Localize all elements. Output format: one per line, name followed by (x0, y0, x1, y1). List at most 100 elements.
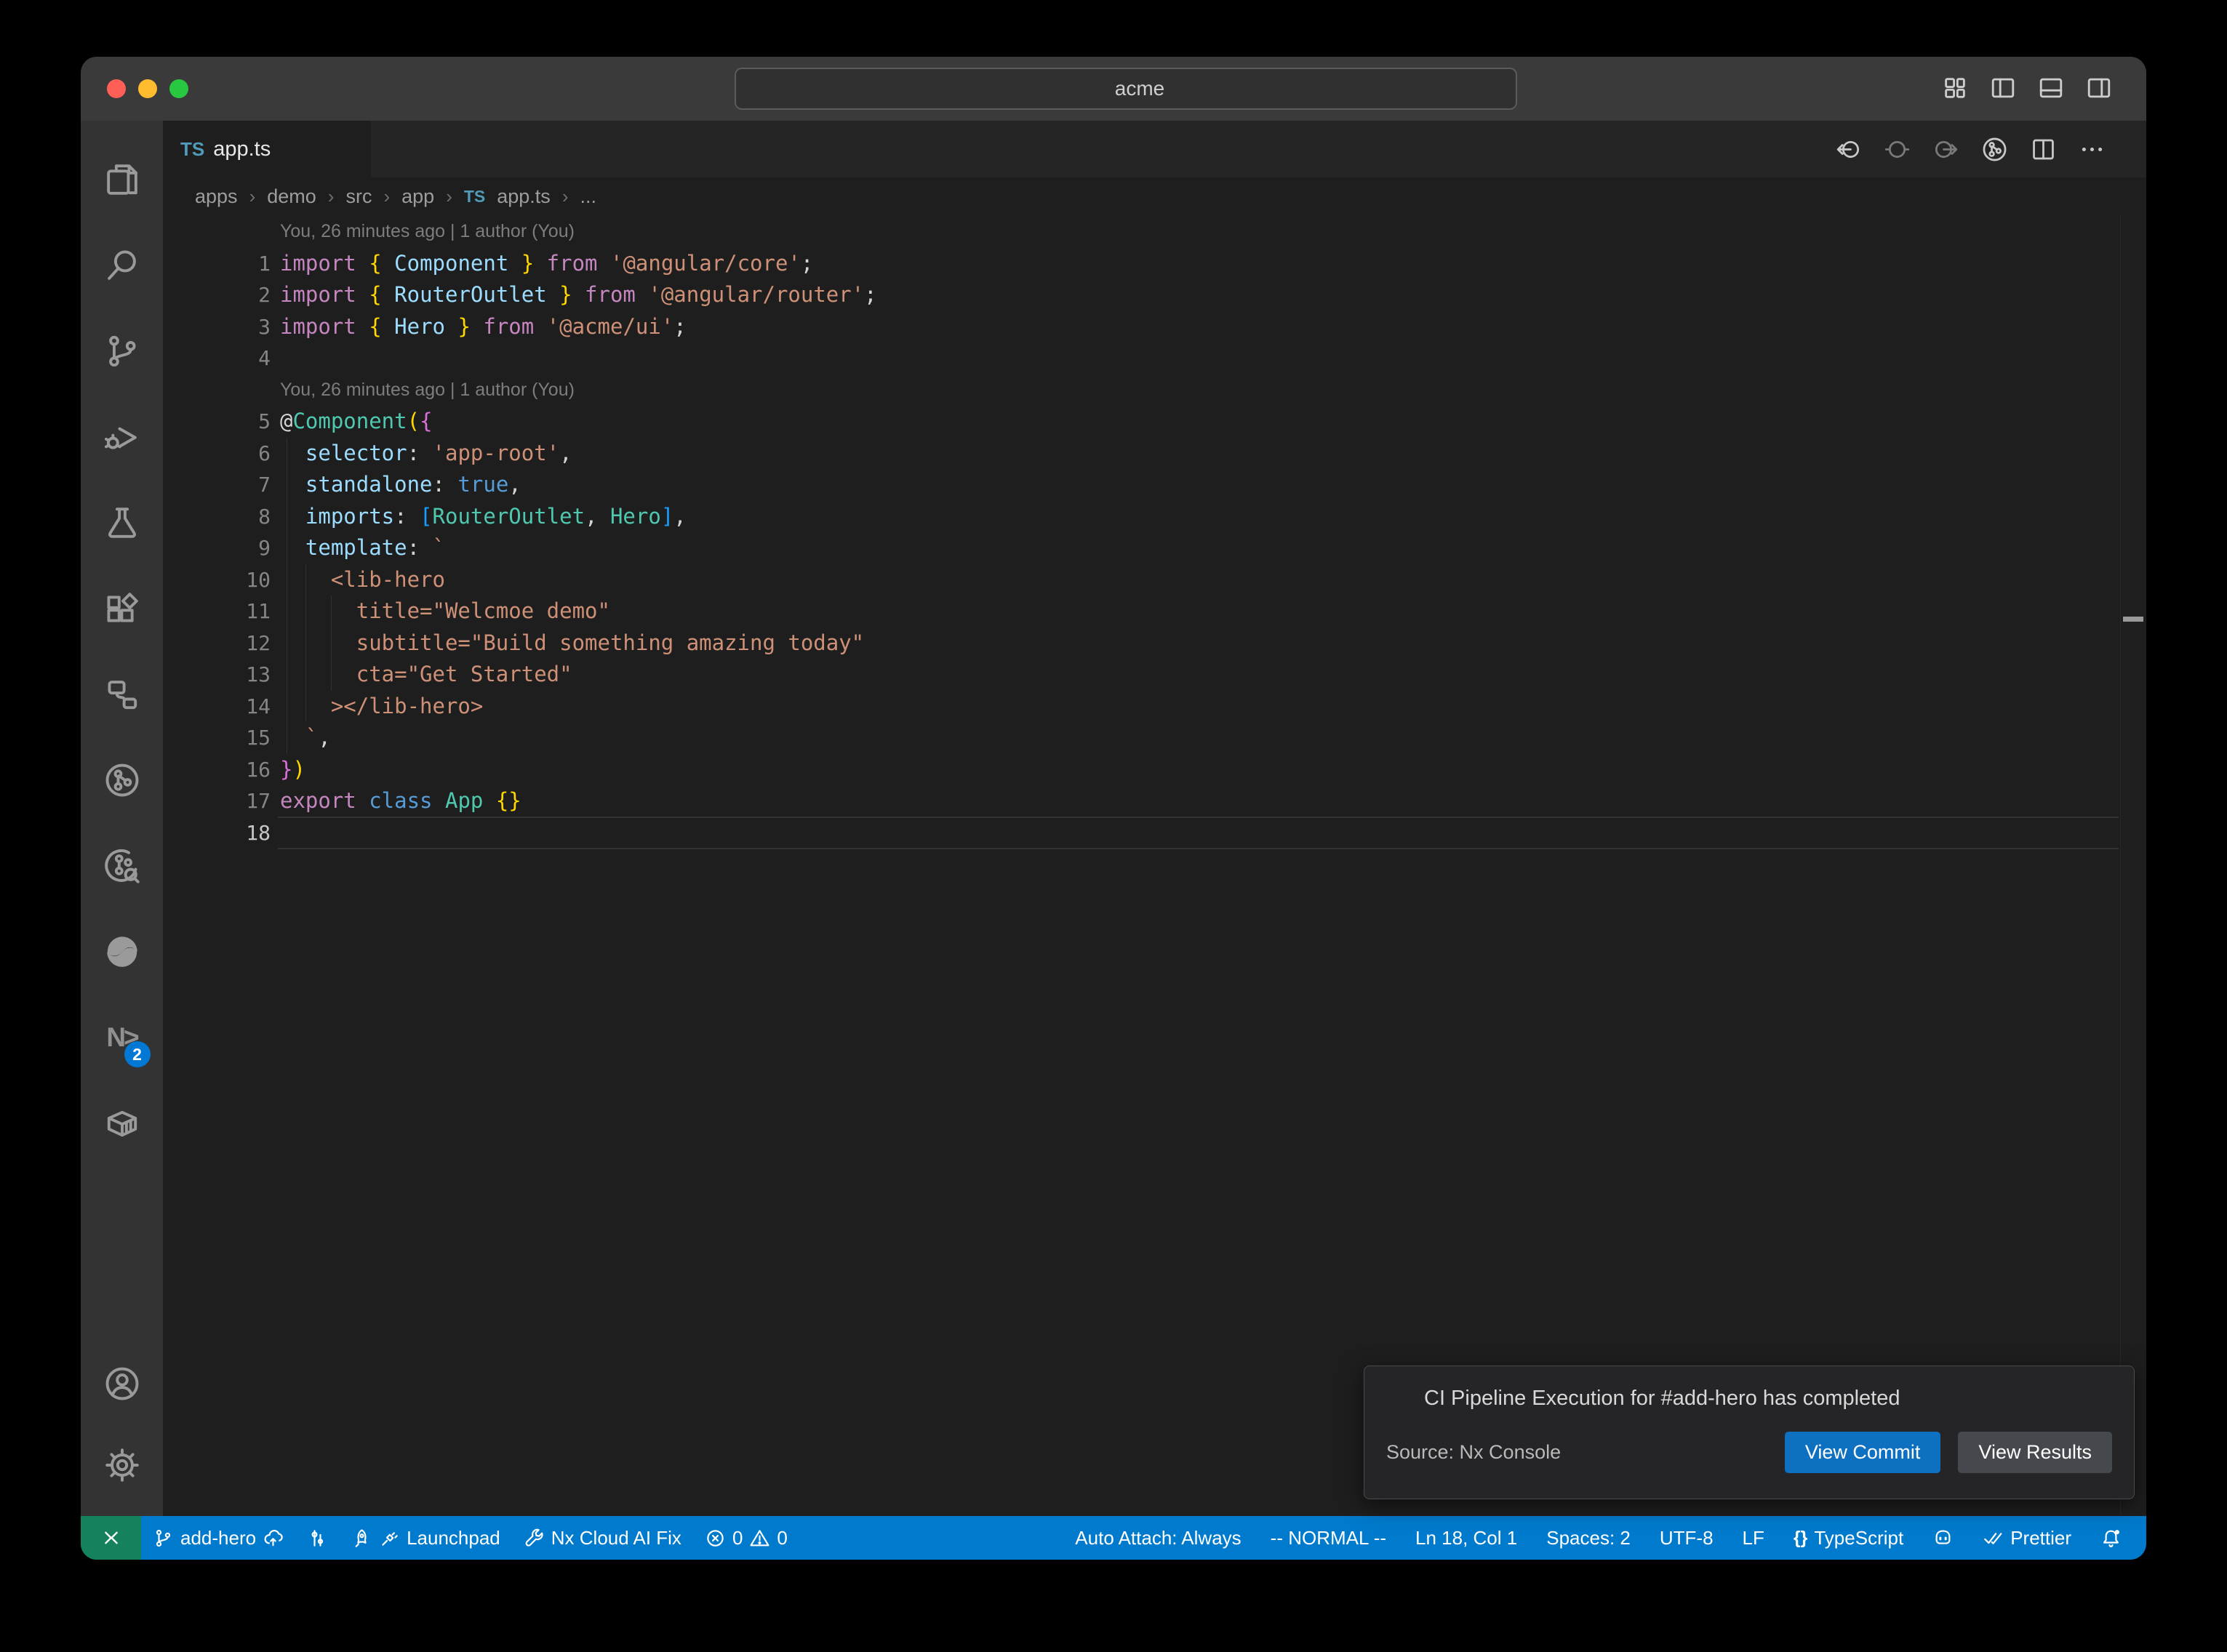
code-row-18[interactable]: 18 (163, 817, 2146, 849)
activity-item-explorer[interactable] (89, 137, 155, 222)
code-line[interactable]: standalone: true, (280, 469, 521, 501)
breadcrumb-item-app[interactable]: app (401, 185, 434, 208)
status-remote-indicator[interactable] (81, 1516, 141, 1560)
code-row-7[interactable]: 7 standalone: true, (163, 469, 2146, 501)
view-results-button[interactable]: View Results (1958, 1432, 2112, 1473)
code-row-17[interactable]: 17export class App {} (163, 785, 2146, 817)
code-row-14[interactable]: 14 ></lib-hero> (163, 691, 2146, 723)
code-line[interactable]: @Component({ (280, 406, 433, 438)
code-line[interactable]: import { Hero } from '@acme/ui'; (280, 311, 687, 343)
code-line[interactable]: <lib-hero (280, 564, 445, 596)
code-row-9[interactable]: 9 template: ` (163, 532, 2146, 564)
code-line[interactable]: import { Component } from '@angular/core… (280, 248, 813, 280)
notification-settings-icon[interactable] (2044, 1386, 2068, 1411)
view-commit-button[interactable]: View Commit (1785, 1432, 1941, 1473)
breadcrumb-item-src[interactable]: src (345, 185, 372, 208)
code-line[interactable]: subtitle="Build something amazing today" (280, 627, 864, 659)
code-row-12[interactable]: 12 subtitle="Build something amazing tod… (163, 627, 2146, 659)
breadcrumb-item-demo[interactable]: demo (267, 185, 316, 208)
breadcrumb-item-file[interactable]: app.ts (497, 185, 551, 208)
code-row-11[interactable]: 11 title="Welcmoe demo" (163, 596, 2146, 627)
code-line[interactable]: import { RouterOutlet } from '@angular/r… (280, 279, 877, 311)
code-row-3[interactable]: 3import { Hero } from '@acme/ui'; (163, 311, 2146, 343)
status-eol[interactable]: LF (1728, 1516, 1779, 1560)
code-editor[interactable]: You, 26 minutes ago | 1 author (You)1imp… (163, 215, 2146, 1516)
close-tab-icon[interactable] (332, 138, 353, 160)
status-encoding[interactable]: UTF-8 (1645, 1516, 1728, 1560)
code-row-10[interactable]: 10 <lib-hero (163, 564, 2146, 596)
overview-ruler[interactable] (2120, 215, 2146, 1516)
activity-item-gitlens[interactable] (89, 823, 155, 909)
nav-current-button[interactable] (1884, 136, 1911, 163)
code-row-5[interactable]: 5@Component({ (163, 406, 2146, 438)
activity-item-git-graph[interactable] (89, 737, 155, 823)
code-line[interactable]: imports: [RouterOutlet, Hero], (280, 501, 687, 533)
zoom-window-button[interactable] (169, 79, 188, 98)
wrench-icon (524, 1528, 545, 1549)
status-language-mode[interactable]: {}TypeScript (1779, 1516, 1918, 1560)
more-actions-button[interactable] (2079, 136, 2106, 163)
activity-item-manage[interactable] (89, 1424, 155, 1506)
activity-item-search[interactable] (89, 222, 155, 308)
copilot-menu[interactable] (1535, 73, 1592, 105)
breadcrumb-trailing[interactable]: ... (580, 185, 596, 208)
breadcrumb-separator-icon: › (562, 185, 569, 208)
status-copilot-status[interactable] (1918, 1516, 1968, 1560)
toggle-secondary-sidebar-button[interactable] (2085, 74, 2113, 102)
toggle-primary-sidebar-button[interactable] (1989, 74, 2017, 102)
status-git-branch[interactable]: add-hero (141, 1516, 295, 1560)
activity-item-remote-explorer[interactable] (89, 651, 155, 737)
activity-item-extensions[interactable] (89, 566, 155, 651)
status-nx-cloud-ai-fix[interactable]: Nx Cloud AI Fix (512, 1516, 693, 1560)
braces-glyph: {} (1794, 1528, 1807, 1549)
code-row-15[interactable]: 15 `, (163, 722, 2146, 754)
code-line[interactable]: export class App {} (280, 785, 521, 817)
code-row-4[interactable]: 4 (163, 342, 2146, 374)
status-prettier[interactable]: Prettier (1968, 1516, 2086, 1560)
status-launchpad[interactable]: Launchpad (340, 1516, 512, 1560)
go-back-button[interactable] (625, 75, 652, 103)
code-line[interactable]: `, (280, 722, 331, 754)
copilot-icon (1932, 1528, 1954, 1549)
activity-item-nx-console[interactable]: N>2 (89, 995, 155, 1080)
activity-item-testing[interactable] (89, 480, 155, 566)
code-row-6[interactable]: 6 selector: 'app-root', (163, 438, 2146, 470)
nav-forward-button[interactable] (1932, 136, 1959, 163)
minimize-window-button[interactable] (138, 79, 157, 98)
warning-icon (749, 1528, 770, 1549)
tab-app-ts[interactable]: TS app.ts (163, 121, 371, 177)
activity-item-run-and-debug[interactable] (89, 394, 155, 480)
notification-close-icon[interactable] (2090, 1387, 2112, 1409)
breadcrumb-item-apps[interactable]: apps (195, 185, 238, 208)
nav-back-button[interactable] (1835, 136, 1862, 163)
status-problems[interactable]: 00 (693, 1516, 799, 1560)
status-cursor-position[interactable]: Ln 18, Col 1 (1401, 1516, 1532, 1560)
code-row-2[interactable]: 2import { RouterOutlet } from '@angular/… (163, 279, 2146, 311)
activity-item-nx-cloud[interactable] (89, 909, 155, 995)
status-vim-mode[interactable]: -- NORMAL -- (1256, 1516, 1401, 1560)
status-auto-attach[interactable]: Auto Attach: Always (1060, 1516, 1255, 1560)
code-line[interactable]: title="Welcmoe demo" (280, 596, 610, 627)
code-row-8[interactable]: 8 imports: [RouterOutlet, Hero], (163, 501, 2146, 533)
code-line[interactable]: cta="Get Started" (280, 659, 572, 691)
code-line[interactable]: }) (280, 754, 305, 786)
git-graph-view-button[interactable] (1981, 136, 2008, 163)
toggle-panel-button[interactable] (2037, 74, 2065, 102)
status-notifications-bell[interactable] (2086, 1516, 2136, 1560)
status-commit-sliders[interactable] (295, 1516, 340, 1560)
code-line[interactable]: ></lib-hero> (280, 691, 483, 723)
go-forward-button[interactable] (671, 75, 699, 103)
command-center[interactable]: acme (735, 68, 1517, 110)
code-row-1[interactable]: 1import { Component } from '@angular/cor… (163, 248, 2146, 280)
customize-layout-button[interactable] (1941, 74, 1969, 102)
split-editor-button[interactable] (2030, 136, 2057, 163)
activity-item-source-control[interactable] (89, 308, 155, 394)
activity-item-accounts[interactable] (89, 1343, 155, 1424)
code-row-13[interactable]: 13 cta="Get Started" (163, 659, 2146, 691)
code-line[interactable]: selector: 'app-root', (280, 438, 572, 470)
status-indentation[interactable]: Spaces: 2 (1532, 1516, 1645, 1560)
code-row-16[interactable]: 16}) (163, 754, 2146, 786)
code-line[interactable]: template: ` (280, 532, 445, 564)
activity-item-containers[interactable] (89, 1080, 155, 1166)
close-window-button[interactable] (107, 79, 126, 98)
